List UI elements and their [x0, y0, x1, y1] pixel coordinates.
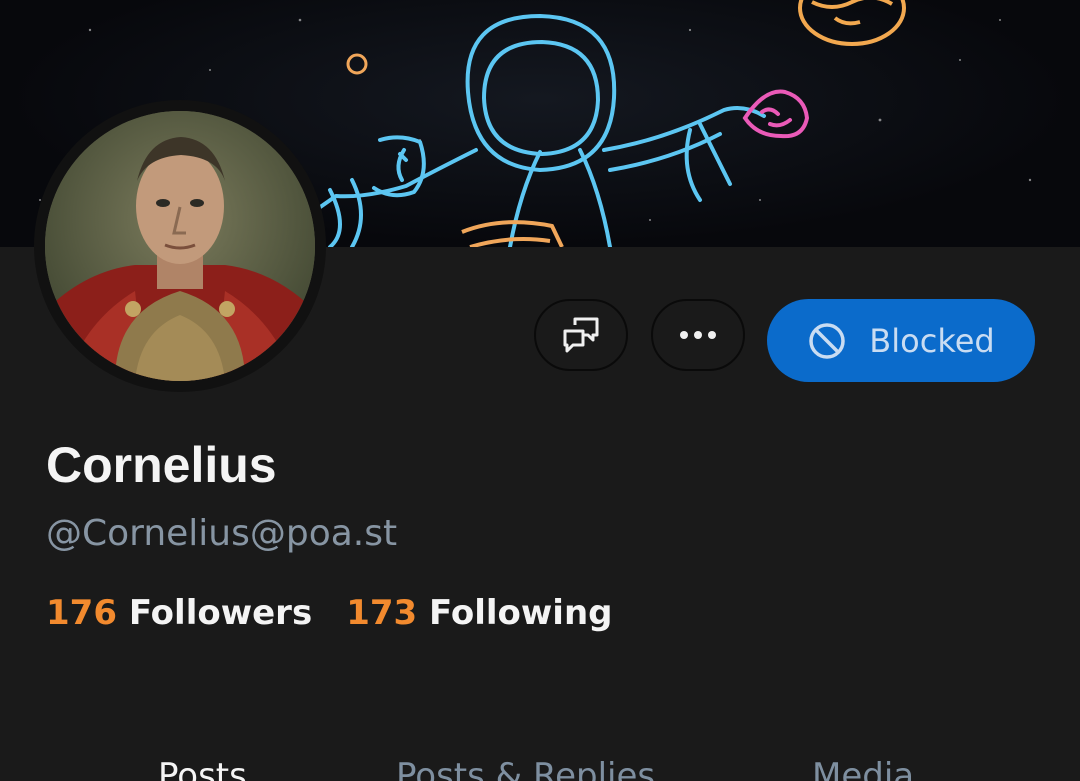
block-icon: [809, 322, 846, 359]
following-label: Following: [429, 593, 613, 633]
following-link[interactable]: 173 Following: [346, 592, 612, 634]
following-count: 173: [346, 593, 418, 633]
tab-media[interactable]: Media: [812, 756, 914, 781]
avatar-image: [45, 111, 315, 381]
profile-screen: Blocked Cornelius @Cornelius@poa.st 176 …: [0, 0, 1080, 781]
profile-tabs: Posts Posts & Replies Media: [0, 750, 1080, 781]
blocked-button[interactable]: Blocked: [767, 299, 1035, 382]
blocked-button-label: Blocked: [869, 321, 995, 360]
profile-stats: 176 Followers 173 Following: [46, 592, 613, 634]
followers-count: 176: [46, 593, 117, 633]
more-options-button[interactable]: [651, 299, 745, 371]
avatar[interactable]: [34, 100, 326, 392]
followers-label: Followers: [128, 593, 313, 633]
display-name: Cornelius: [46, 437, 277, 493]
followers-link[interactable]: 176 Followers: [46, 592, 312, 634]
chat-button[interactable]: [534, 299, 628, 371]
tab-posts[interactable]: Posts: [158, 756, 247, 781]
account-handle: @Cornelius@poa.st: [46, 513, 398, 554]
tab-posts-and-replies[interactable]: Posts & Replies: [396, 756, 655, 781]
ellipsis-icon: [680, 331, 716, 339]
chat-bubbles-icon: [563, 317, 599, 353]
